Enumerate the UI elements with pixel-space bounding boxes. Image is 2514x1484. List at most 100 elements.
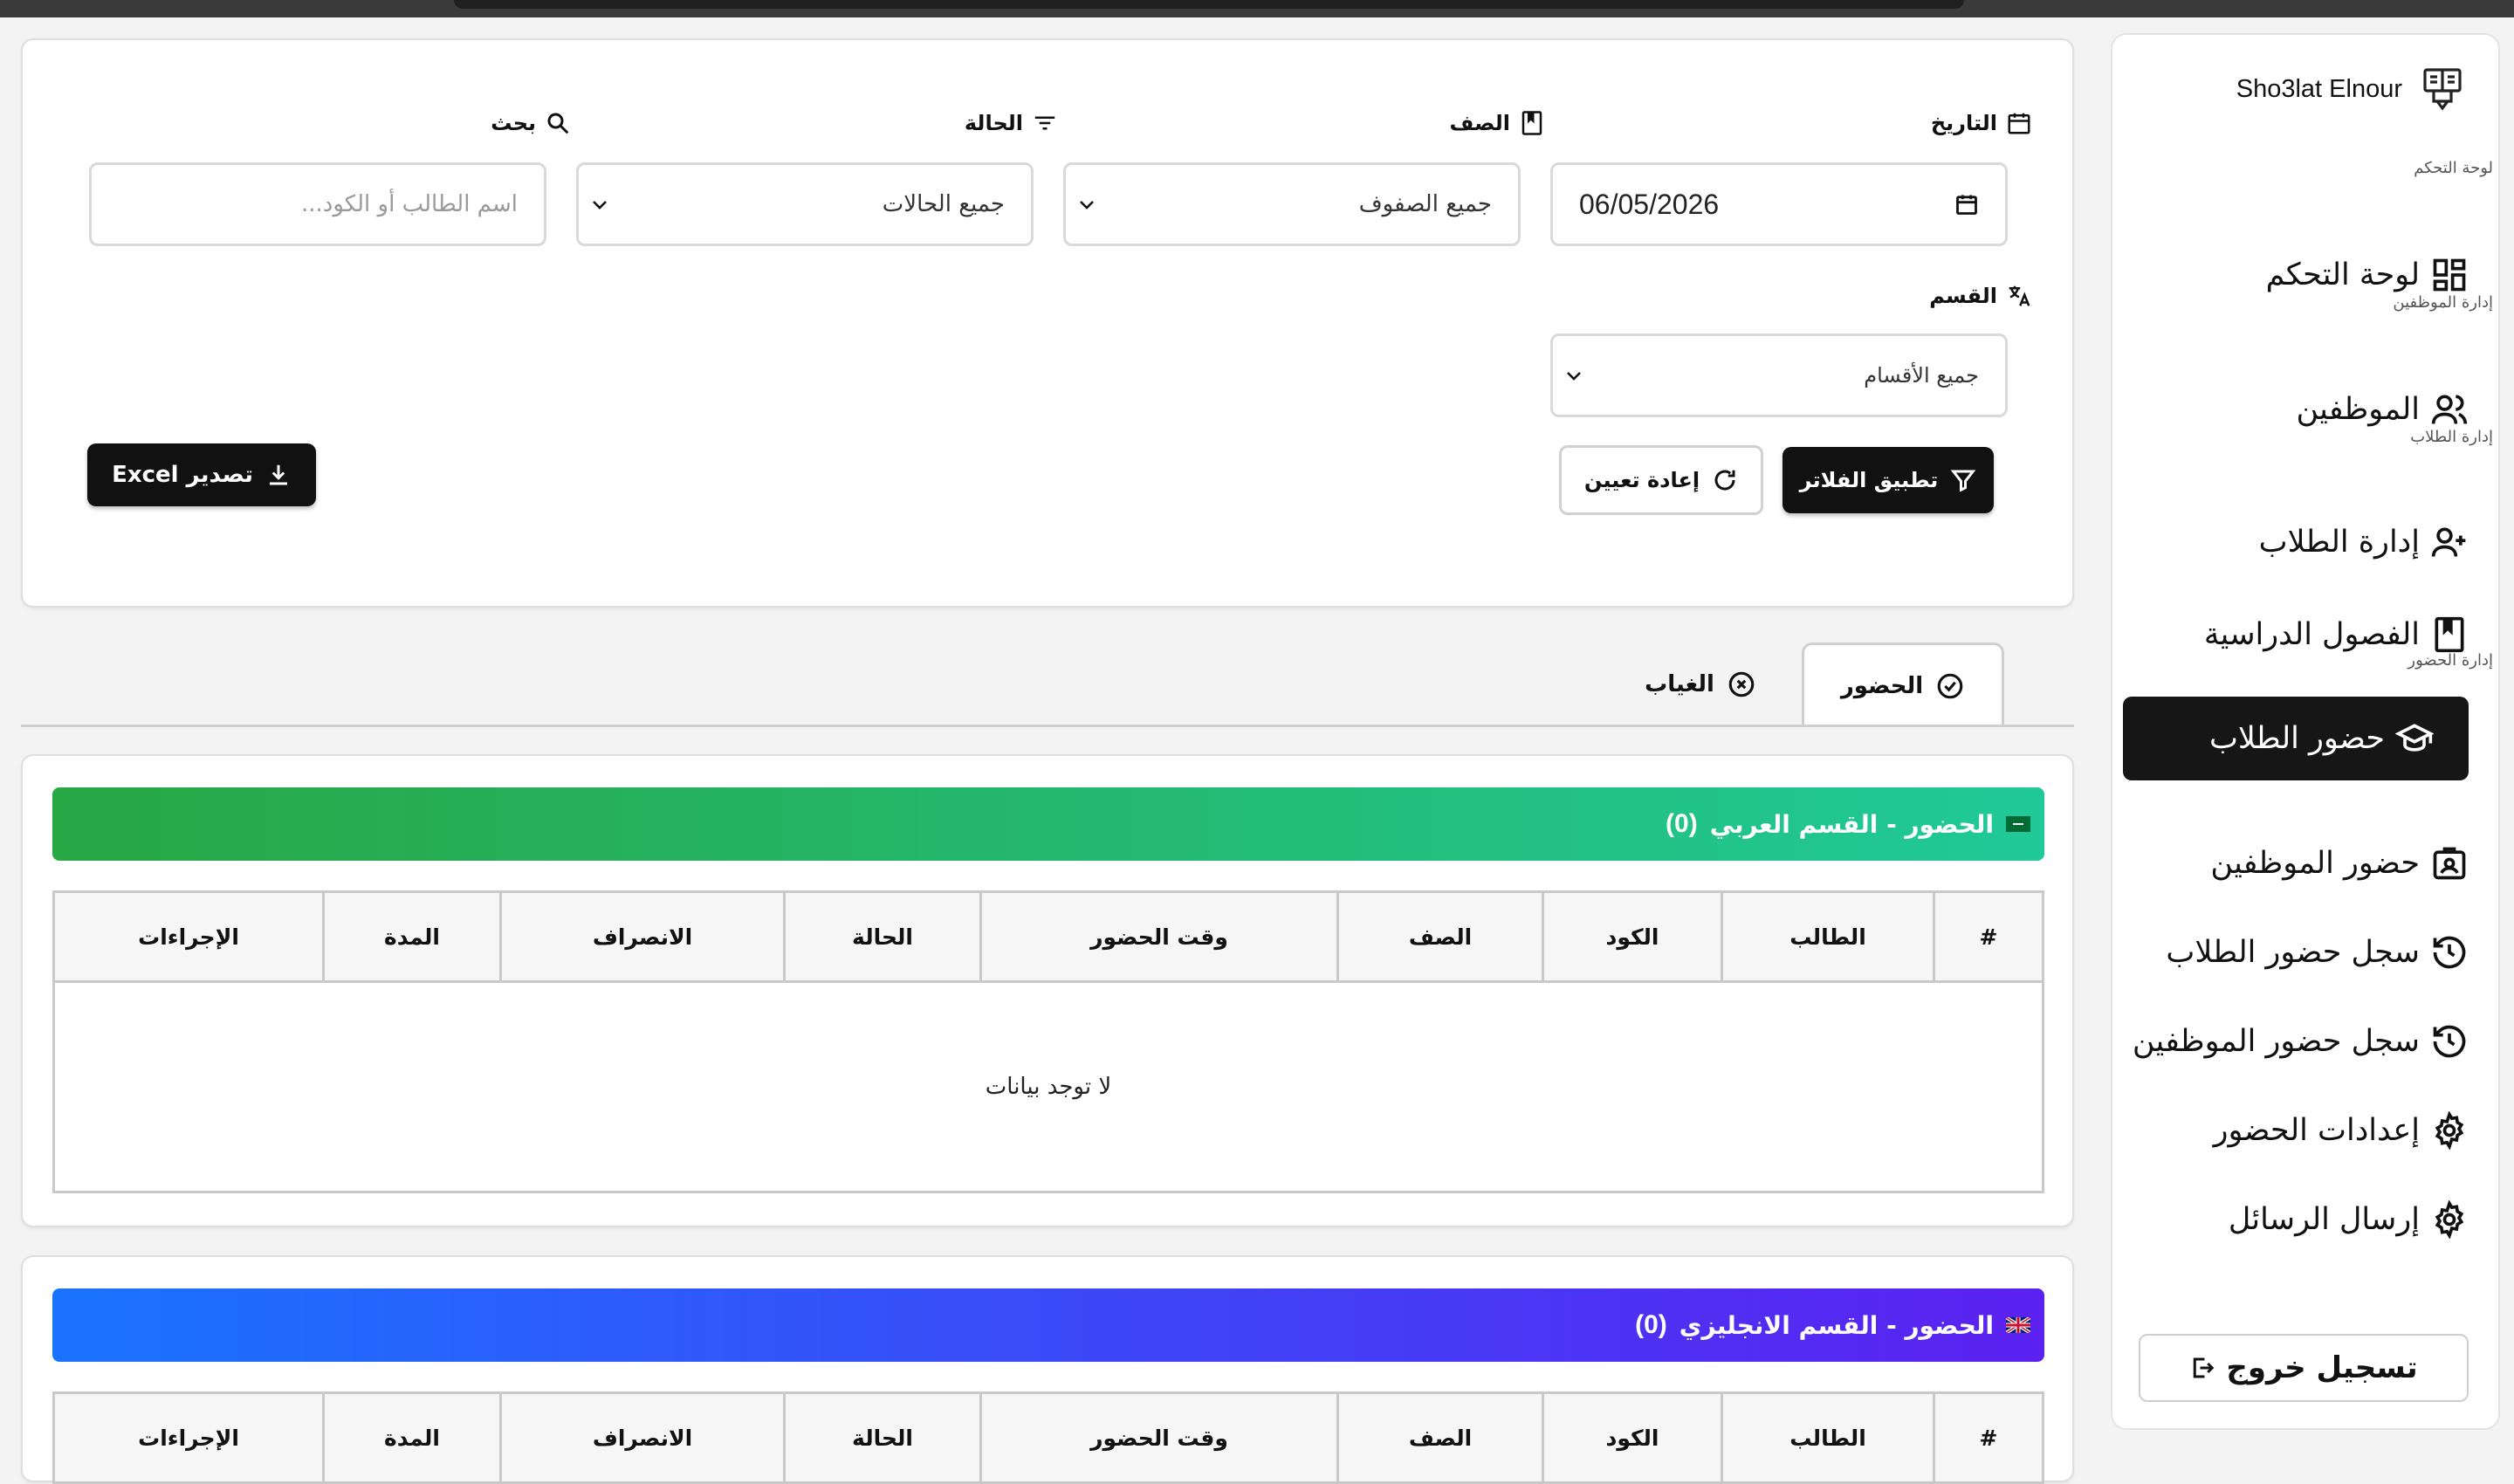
id-badge-icon (2433, 847, 2466, 880)
sidebar-item-label: سجل حضور الطلاب (2166, 935, 2420, 970)
date-input[interactable]: 06/05/2026 (1550, 162, 2008, 246)
sidebar: Sho3lat Elnour لوحة التحكم لوحة التحكم إ… (2111, 33, 2500, 1430)
sidebar-item-label: سجل حضور الموظفين (2132, 1024, 2420, 1059)
brand[interactable]: Sho3lat Elnour (2236, 66, 2463, 112)
sidebar-item-label: إعدادات الحضور (2213, 1113, 2420, 1148)
reset-button[interactable]: إعادة تعيين (1559, 445, 1763, 515)
arabic-section-title: الحضور - القسم العربي (1709, 809, 1994, 839)
check-circle-icon (1937, 673, 1963, 698)
users-icon (2431, 395, 2468, 424)
status-label: الحالة (965, 110, 1058, 136)
col-duration: المدة (322, 1391, 502, 1484)
col-student: الطالب (1721, 890, 1935, 983)
col-code: الكود (1542, 1391, 1723, 1484)
date-value: 06/05/2026 (1579, 188, 1720, 220)
tab-absent[interactable]: الغياب (1638, 642, 1763, 726)
sidebar-item-label: الموظفين (2296, 392, 2420, 427)
english-attendance-table: # الطالب الكود الصف وقت الحضور الحالة ال… (52, 1391, 2044, 1484)
search-label: بحث (491, 110, 571, 136)
english-section-count: (0) (1635, 1310, 1667, 1339)
translate-icon (2009, 285, 2030, 306)
tab-present[interactable]: الحضور (1802, 642, 2004, 726)
sidebar-item-label: إدارة الطلاب (2258, 525, 2420, 560)
apply-filters-button[interactable]: تطبيق الفلاتر (1782, 447, 1994, 513)
department-select-value: جميع الأقسام (1864, 363, 1979, 388)
tabs-divider (21, 725, 2074, 727)
sidebar-item-students[interactable]: إدارة الطلاب (2259, 512, 2469, 573)
col-student: الطالب (1721, 1391, 1935, 1484)
sidebar-item-label: إرسال الرسائل (2228, 1202, 2420, 1237)
class-select[interactable]: جميع الصفوف (1063, 162, 1521, 246)
filter-lines-icon (1034, 116, 1055, 130)
calendar-icon[interactable] (1954, 192, 1979, 216)
col-duration: المدة (322, 890, 502, 983)
brand-name: Sho3lat Elnour (2236, 74, 2402, 103)
calendar-icon (2008, 113, 2030, 134)
col-checkout: الانصراف (499, 890, 786, 983)
sidebar-item-label: حضور الموظفين (2210, 846, 2420, 881)
search-input[interactable]: اسم الطالب أو الكود... (89, 162, 546, 246)
col-index: # (1933, 890, 2044, 983)
class-label: الصف (1450, 110, 1545, 136)
col-class: الصف (1336, 890, 1544, 983)
history-icon (2433, 936, 2466, 969)
school-logo-icon (2423, 68, 2462, 111)
arabic-attendance-card: الحضور - القسم العربي (0) # الطالب الكود… (21, 754, 2074, 1227)
section-label-staff: إدارة الموظفين (2393, 293, 2493, 312)
sidebar-item-settings[interactable]: إعدادات الحضور (2214, 1100, 2469, 1161)
class-select-value: جميع الصفوف (1358, 191, 1492, 217)
status-select-value: جميع الحالات (882, 191, 1005, 217)
x-circle-icon (1728, 671, 1755, 697)
english-section-title: الحضور - القسم الانجليزي (1679, 1310, 1994, 1340)
logout-label: تسجيل خروج (2226, 1350, 2418, 1385)
section-label-students: إدارة الطلاب (2410, 428, 2493, 446)
sidebar-item-messages[interactable]: إرسال الرسائل (2229, 1189, 2469, 1250)
export-excel-button[interactable]: تصدير Excel (87, 443, 316, 506)
col-checkin-time: وقت الحضور (979, 890, 1339, 983)
english-attendance-card: الحضور - القسم الانجليزي (0) # الطالب ال… (21, 1255, 2074, 1484)
date-label: التاريخ (1931, 110, 2032, 136)
chevron-down-icon (1080, 201, 1094, 210)
col-class: الصف (1336, 1391, 1544, 1484)
dept-label: القسم (1929, 283, 2032, 309)
chevron-down-icon (593, 201, 607, 210)
download-icon (269, 464, 287, 485)
col-checkin-time: وقت الحضور (979, 1391, 1339, 1484)
logout-button[interactable]: تسجيل خروج (2139, 1334, 2469, 1402)
bookmark-book-icon (2435, 616, 2464, 653)
filter-card: التاريخ الصف الحالة بحث 06/05/2026 جميع … (21, 38, 2074, 608)
saudi-flag-icon (2006, 816, 2030, 832)
table-header-row: # الطالب الكود الصف وقت الحضور الحالة ال… (52, 1391, 2044, 1484)
arabic-section-banner: الحضور - القسم العربي (0) (52, 787, 2044, 861)
chevron-down-icon (1567, 372, 1581, 381)
user-plus-icon (2431, 527, 2466, 557)
department-select[interactable]: جميع الأقسام (1550, 333, 2008, 417)
sidebar-item-staff-log[interactable]: سجل حضور الموظفين (2133, 1011, 2469, 1072)
sidebar-item-label: حضور الطلاب (2208, 721, 2385, 756)
graduation-cap-icon (2395, 724, 2434, 752)
col-status: الحالة (783, 890, 982, 983)
sidebar-item-student-attendance[interactable]: حضور الطلاب (2123, 697, 2469, 780)
sidebar-item-staff-attendance[interactable]: حضور الموظفين (2210, 833, 2469, 894)
uk-flag-icon (2006, 1317, 2030, 1333)
sidebar-item-student-log[interactable]: سجل حضور الطلاب (2166, 922, 2469, 983)
table-header-row: # الطالب الكود الصف وقت الحضور الحالة ال… (52, 890, 2044, 983)
history-icon (2433, 1025, 2466, 1058)
funnel-icon (1951, 470, 1976, 492)
col-actions: الإجراءات (52, 1391, 325, 1484)
logout-icon (2194, 1357, 2215, 1378)
col-status: الحالة (783, 1391, 982, 1484)
col-index: # (1933, 1391, 2044, 1484)
gear-icon (2435, 1111, 2464, 1150)
section-label-attendance: إدارة الحضور (2408, 651, 2493, 670)
browser-top-bar (0, 0, 2514, 17)
bookmark-book-icon (1521, 111, 1542, 135)
empty-state: لا توجد بيانات (52, 980, 2044, 1193)
english-section-banner: الحضور - القسم الانجليزي (0) (52, 1288, 2044, 1362)
status-select[interactable]: جميع الحالات (576, 162, 1034, 246)
section-label-dashboard: لوحة التحكم (2414, 159, 2493, 177)
col-actions: الإجراءات (52, 890, 325, 983)
dashboard-grid-icon (2433, 258, 2466, 292)
gear-icon (2435, 1200, 2464, 1239)
search-icon (547, 113, 569, 134)
